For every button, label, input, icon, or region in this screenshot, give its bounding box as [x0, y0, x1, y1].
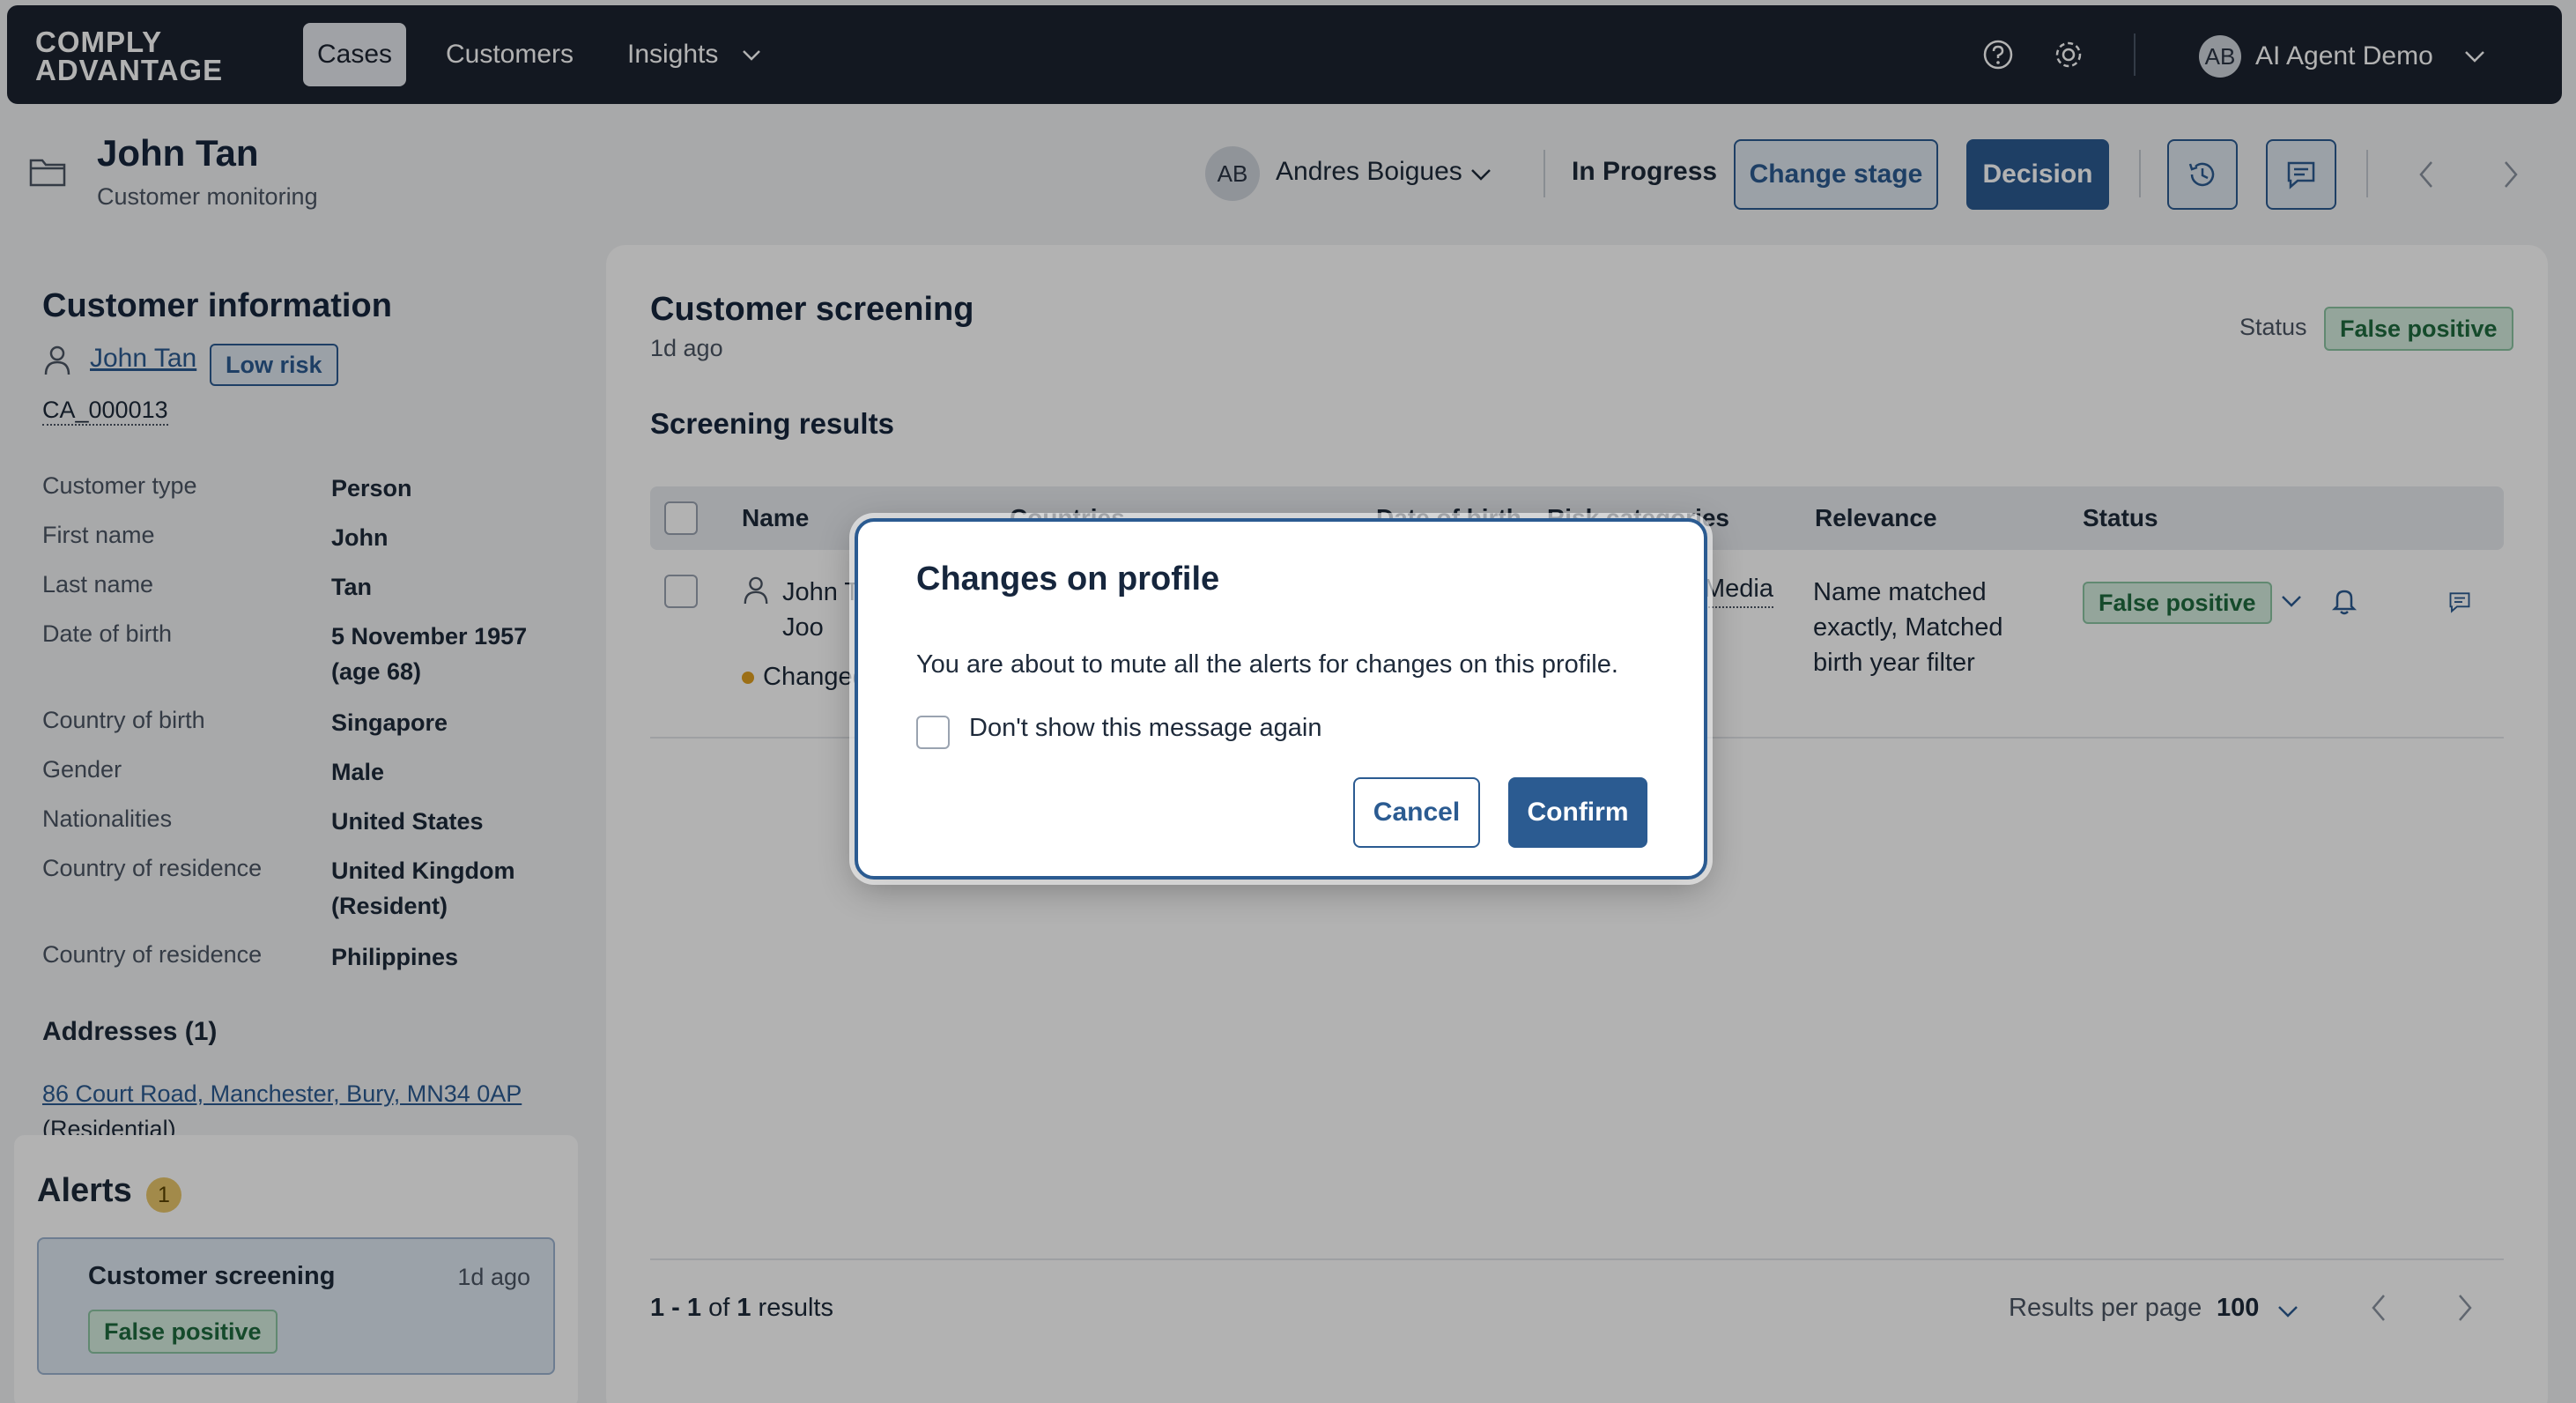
- confirm-button[interactable]: Confirm: [1508, 777, 1647, 848]
- dialog-message: You are about to mute all the alerts for…: [916, 650, 1618, 679]
- cancel-button[interactable]: Cancel: [1353, 777, 1480, 848]
- dialog-title: Changes on profile: [916, 560, 1220, 598]
- dont-show-again-checkbox[interactable]: [916, 716, 950, 749]
- changes-on-profile-dialog: Changes on profile You are about to mute…: [855, 518, 1707, 880]
- dont-show-again-label[interactable]: Don't show this message again: [969, 714, 1321, 743]
